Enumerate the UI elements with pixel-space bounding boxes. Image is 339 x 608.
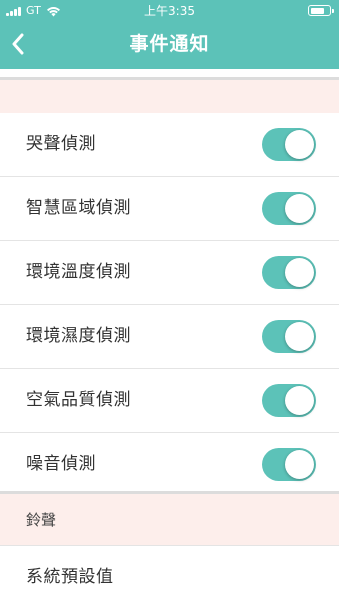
battery-level — [310, 7, 325, 14]
setting-toggle[interactable] — [262, 256, 316, 289]
header-divider — [0, 69, 339, 80]
setting-row: 空氣品質偵測 — [0, 369, 339, 433]
toggle-knob — [285, 258, 314, 287]
ringtone-value: 系統預設值 — [26, 567, 114, 587]
setting-row: 智慧區域偵測 — [0, 177, 339, 241]
setting-label: 環境溫度偵測 — [26, 262, 131, 282]
status-bar: GT 上午3:35 — [0, 0, 339, 22]
setting-label: 智慧區域偵測 — [26, 198, 131, 218]
setting-toggle[interactable] — [262, 384, 316, 417]
setting-toggle[interactable] — [262, 320, 316, 353]
setting-row: 環境濕度偵測 — [0, 305, 339, 369]
setting-row: 環境溫度偵測 — [0, 241, 339, 305]
setting-row: 哭聲偵測 — [0, 113, 339, 177]
setting-label: 空氣品質偵測 — [26, 390, 131, 410]
toggle-knob — [285, 130, 314, 159]
setting-toggle[interactable] — [262, 128, 316, 161]
ringtone-section-title: 鈴聲 — [26, 511, 57, 529]
setting-toggle[interactable] — [262, 192, 316, 225]
status-time: 上午3:35 — [144, 4, 195, 18]
page-title: 事件通知 — [129, 33, 210, 55]
setting-label: 哭聲偵測 — [26, 134, 96, 154]
setting-label: 環境濕度偵測 — [26, 326, 131, 346]
battery-icon — [308, 5, 334, 16]
setting-row: 噪音偵測 — [0, 433, 339, 497]
toggle-knob — [285, 194, 314, 223]
toggle-knob — [285, 386, 314, 415]
ringtone-row[interactable]: 系統預設值 — [0, 546, 339, 608]
toggle-knob — [285, 450, 314, 479]
setting-label: 噪音偵測 — [26, 454, 96, 474]
detection-section-header — [0, 80, 339, 113]
setting-toggle[interactable] — [262, 448, 316, 481]
ringtone-section-header: 鈴聲 — [0, 494, 339, 546]
app-header: GT 上午3:35 事件通知 — [0, 0, 339, 69]
toggle-knob — [285, 322, 314, 351]
